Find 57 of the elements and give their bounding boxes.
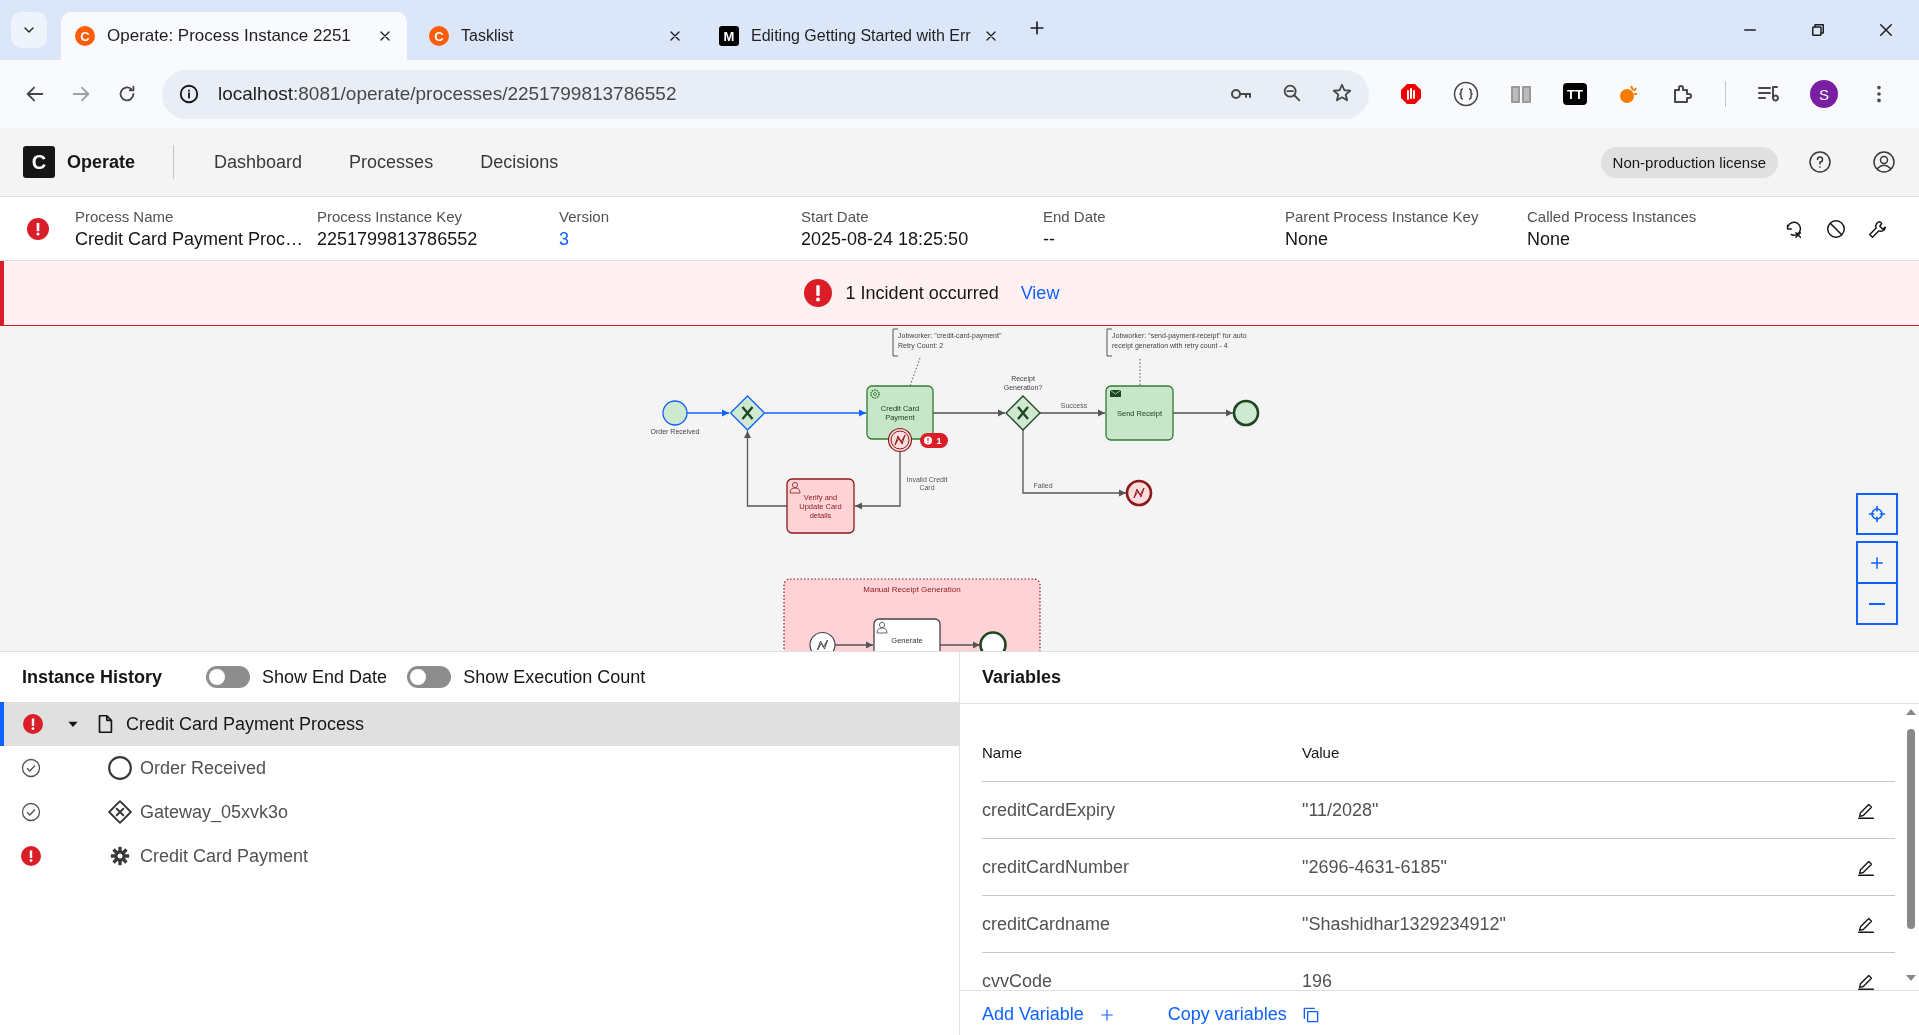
- field-value: 2025-08-24 18:25:50: [801, 228, 970, 250]
- browser-tab[interactable]: C Operate: Process Instance 2251: [61, 12, 407, 60]
- copy-variables-link[interactable]: Copy variables: [1167, 1004, 1287, 1025]
- variable-name: cvvCode: [982, 970, 1054, 990]
- favicon: C: [75, 26, 95, 46]
- browser-tab[interactable]: M Editing Getting Started with Err: [705, 12, 1013, 60]
- field-label: Version: [559, 207, 611, 225]
- field-label: Parent Process Instance Key: [1285, 207, 1480, 225]
- nav-link[interactable]: Processes: [349, 151, 434, 173]
- tree-row[interactable]: Order Received: [0, 746, 959, 790]
- variable-value: "2696-4631-6185": [1302, 856, 1448, 878]
- toggle-label: Show End Date: [262, 666, 388, 688]
- column-header: Value: [1302, 744, 1341, 761]
- profile-avatar[interactable]: S: [1810, 80, 1838, 108]
- toggle-label: Show Execution Count: [463, 666, 646, 688]
- field-value: None: [1285, 228, 1330, 250]
- field-label: Process Name: [75, 207, 175, 225]
- field-link[interactable]: 3: [559, 228, 801, 250]
- field-label: Process Instance Key: [317, 207, 464, 225]
- field-value: --: [1043, 228, 1056, 250]
- panel-title: Instance History: [22, 666, 163, 688]
- field-value: 2251799813786552: [317, 228, 479, 250]
- panel-title: Variables: [982, 667, 1062, 688]
- column-header: Name: [982, 744, 1023, 761]
- app-logo[interactable]: C: [23, 146, 55, 178]
- url-text: localhost:8081/operate/processes/2251799813786552: [218, 83, 678, 105]
- variable-name: creditCardNumber: [982, 856, 1131, 878]
- field-value: Credit Card Payment Proc…: [75, 228, 305, 250]
- tab-title: Operate: Process Instance 2251: [107, 26, 352, 46]
- address-bar[interactable]: localhost:8081/operate/processes/2251799813786552: [162, 69, 1369, 119]
- app-name[interactable]: Operate: [67, 151, 136, 173]
- tab-title: Editing Getting Started with Err: [751, 27, 971, 45]
- variable-value: "Shashidhar1329234912": [1302, 913, 1507, 935]
- field-label: Called Process Instances: [1527, 207, 1698, 225]
- incident-message: 1 Incident occurred: [845, 282, 999, 304]
- field-value: None: [1527, 228, 1572, 250]
- variable-value: "11/2028": [1302, 799, 1380, 821]
- add-variable-link[interactable]: Add Variable: [982, 1004, 1084, 1025]
- extension-badge[interactable]: TT: [1563, 83, 1587, 105]
- nav-link[interactable]: Dashboard: [214, 151, 303, 173]
- view-link[interactable]: View: [1020, 282, 1060, 304]
- nav-link[interactable]: Decisions: [480, 151, 559, 173]
- tree-row[interactable]: Credit Card Payment: [0, 834, 959, 878]
- license-tag: Non-production license: [1600, 146, 1778, 178]
- field-label: End Date: [1043, 207, 1107, 225]
- browser-tab[interactable]: C Tasklist: [415, 12, 697, 60]
- variable-name: creditCardExpiry: [982, 799, 1117, 821]
- tree-row[interactable]: Credit Card Payment Process: [0, 702, 959, 746]
- tree-row[interactable]: Gateway_05xvk3o: [0, 790, 959, 834]
- favicon: C: [429, 26, 449, 46]
- incident-badge[interactable]: 1: [920, 433, 948, 448]
- tab-title: Tasklist: [461, 27, 515, 45]
- variable-value: 196: [1302, 970, 1334, 990]
- field-label: Start Date: [801, 207, 870, 225]
- subprocess-title: Manual Receipt Generation: [863, 585, 961, 594]
- variable-name: creditCardname: [982, 913, 1112, 935]
- favicon: M: [719, 26, 739, 46]
